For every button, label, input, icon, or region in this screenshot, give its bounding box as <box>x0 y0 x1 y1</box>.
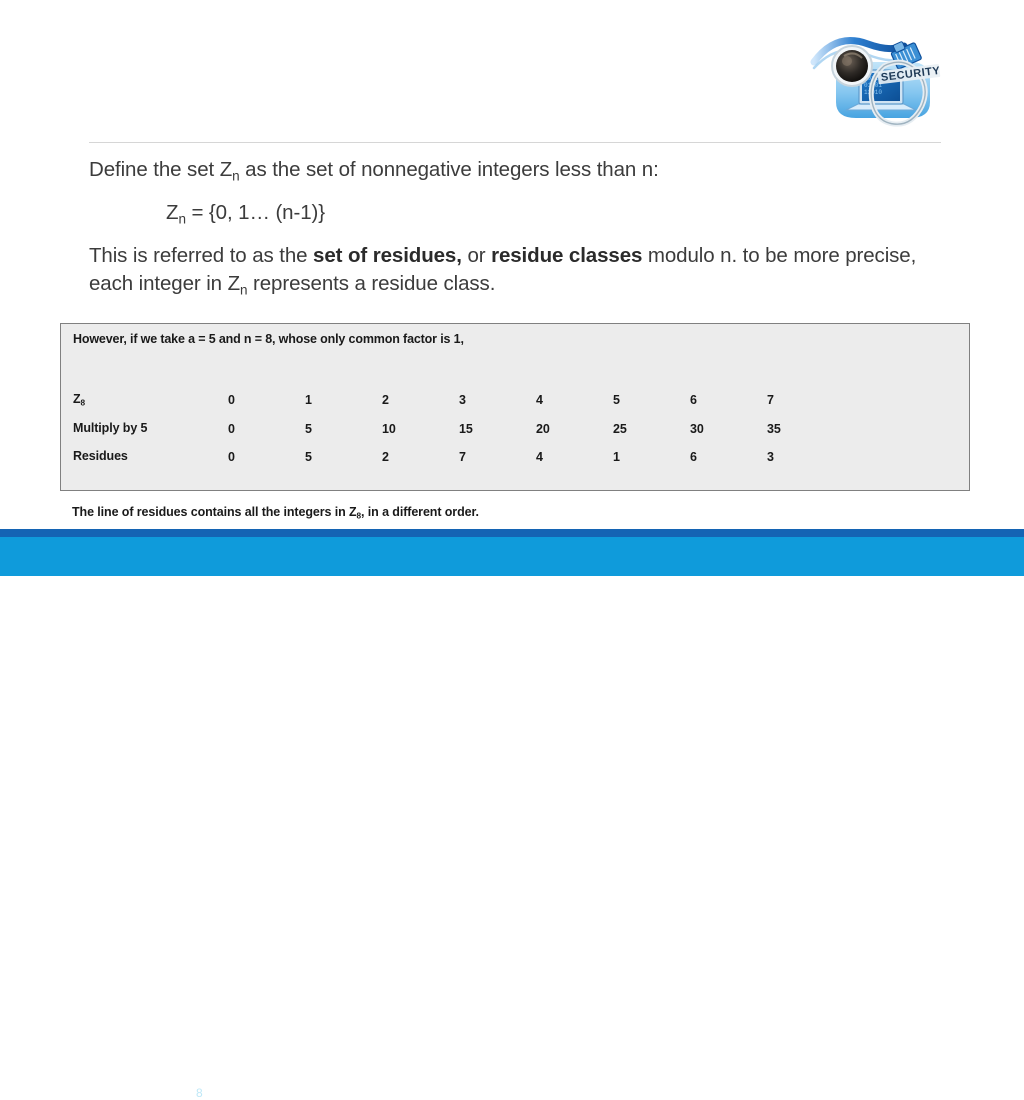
row-label-z8: Z8 <box>73 386 228 415</box>
cell: 3 <box>459 393 466 408</box>
cell: 4 <box>536 393 543 408</box>
cell: 2 <box>382 393 389 408</box>
residue-table-body: Z8 0 1 2 3 4 5 6 7 Multiply by 5 0 5 10 … <box>73 386 844 472</box>
cell: 30 <box>690 421 704 436</box>
row-label-subscript: 8 <box>80 399 86 409</box>
row-label-text: Multiply by 5 <box>73 420 148 435</box>
header-divider <box>89 142 941 143</box>
cell: 20 <box>536 421 550 436</box>
cell: 25 <box>613 421 627 436</box>
cell: 5 <box>305 450 312 465</box>
paragraph-set-definition: Zn = {0, 1… (n-1)} <box>166 199 666 233</box>
residues-text-2: or <box>461 244 492 267</box>
paragraph-residue-classes: This is referred to as the set of residu… <box>89 242 951 304</box>
define-subscript: n <box>232 168 240 184</box>
cell: 5 <box>305 421 312 436</box>
setdef-subscript: n <box>178 211 186 227</box>
setdef-text-pre: Z <box>166 201 179 224</box>
cell: 2 <box>382 450 389 465</box>
cell: 1 <box>613 450 620 465</box>
setdef-text-post: = {0, 1… (n-1)} <box>185 201 325 224</box>
footer-accent-bar <box>0 529 1024 537</box>
cell: 7 <box>459 450 466 465</box>
residues-text-4: represents a residue class. <box>247 272 496 295</box>
slide-number: 8 <box>196 1086 203 1100</box>
table-row: Residues 0 5 2 7 4 1 6 3 <box>73 443 844 472</box>
cell: 6 <box>690 450 697 465</box>
cell: 0 <box>228 393 235 408</box>
define-text-pre: Define the set Z <box>89 158 233 181</box>
define-text-post: as the set of nonnegative integers less … <box>239 158 659 181</box>
cell: 35 <box>767 421 781 436</box>
residue-table-panel: However, if we take a = 5 and n = 8, who… <box>60 323 970 491</box>
network-security-logo: 10110 01001 11010 SECURITY <box>806 18 954 136</box>
cell: 6 <box>690 393 697 408</box>
cell: 7 <box>767 393 774 408</box>
caption-text-post: , in a different order. <box>361 505 479 519</box>
row-label-text: Residues <box>73 449 128 464</box>
caption-text-pre: The line of residues contains all the in… <box>72 505 357 519</box>
table-row: Multiply by 5 0 5 10 15 20 25 30 35 <box>73 415 844 444</box>
footer-bar: 8 <box>0 537 1024 1100</box>
row-label-residues: Residues <box>73 443 228 472</box>
cell: 0 <box>228 450 235 465</box>
table-caption: The line of residues contains all the in… <box>72 505 479 521</box>
cell: 3 <box>767 450 774 465</box>
residues-bold-1: set of residues, <box>313 244 462 267</box>
cell: 5 <box>613 393 620 408</box>
table-intro-text: However, if we take a = 5 and n = 8, who… <box>73 332 464 346</box>
table-row: Z8 0 1 2 3 4 5 6 7 <box>73 386 844 415</box>
cell: 10 <box>382 421 396 436</box>
cell: 0 <box>228 421 235 436</box>
cell: 15 <box>459 421 473 436</box>
residues-text-1: This is referred to as the <box>89 244 314 267</box>
cell: 4 <box>536 450 543 465</box>
residues-bold-2: residue classes <box>491 244 643 267</box>
paragraph-define-set: Define the set Zn as the set of nonnegat… <box>89 156 949 190</box>
residue-table: Z8 0 1 2 3 4 5 6 7 Multiply by 5 0 5 10 … <box>73 386 844 472</box>
row-label-multiply-by-5: Multiply by 5 <box>73 415 228 444</box>
row-label-text: Z <box>73 392 81 407</box>
cell: 1 <box>305 393 312 408</box>
